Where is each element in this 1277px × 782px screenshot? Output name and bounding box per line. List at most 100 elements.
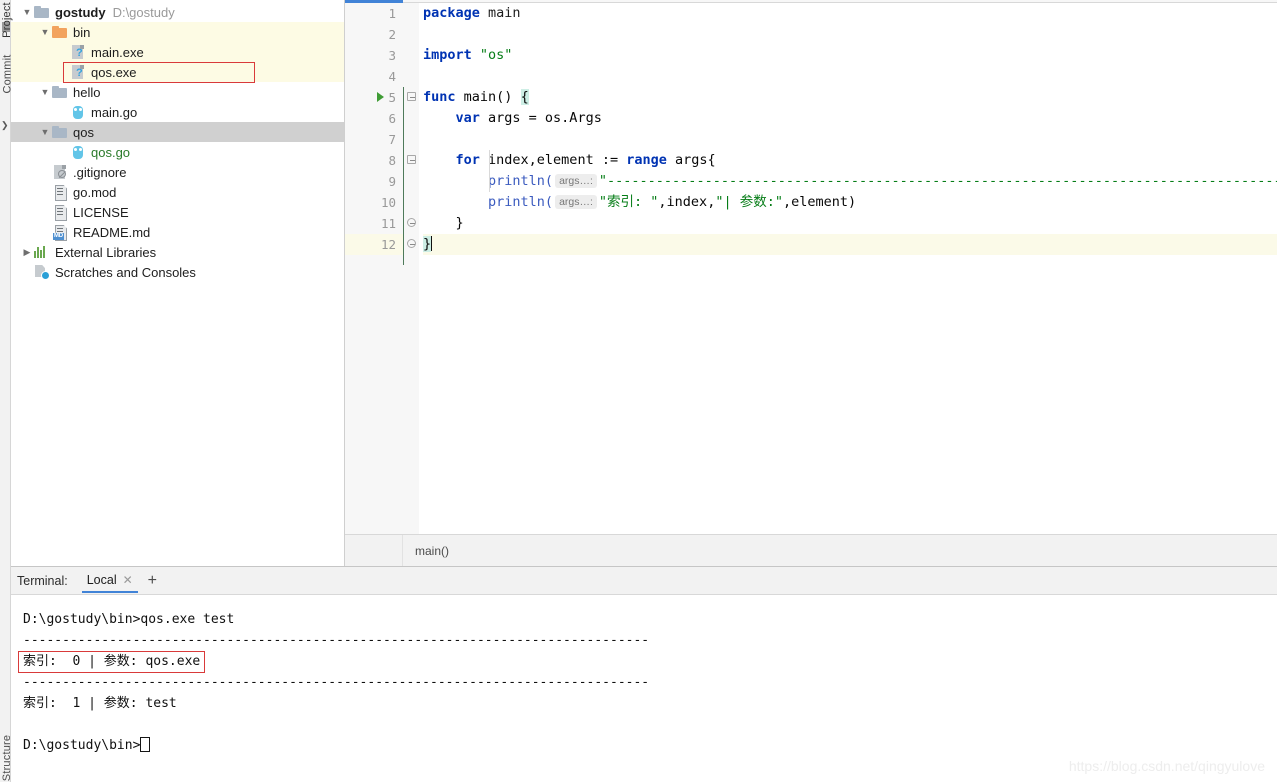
- terminal-prompt-line[interactable]: D:\gostudy\bin>: [23, 735, 1277, 756]
- text-caret: [431, 236, 433, 251]
- chevron-down-icon[interactable]: ▼: [39, 86, 51, 98]
- go-file-icon: [70, 144, 86, 160]
- tree-item-gostudy[interactable]: ▼ gostudy D:\gostudy: [11, 2, 344, 22]
- tree-item-label: LICENSE: [73, 204, 129, 220]
- code-line-5: func main() {: [423, 87, 1277, 108]
- call-println: println(: [488, 173, 554, 189]
- tree-item-label: go.mod: [73, 184, 117, 200]
- tree-item-label: qos.go: [91, 144, 131, 160]
- keyword-for: for: [455, 152, 480, 168]
- tree-item-bin[interactable]: ▼ bin: [11, 22, 344, 42]
- line-number: 9: [388, 174, 396, 189]
- import-path: "os": [479, 47, 513, 63]
- tree-item-main-exe[interactable]: ▼ ? main.exe: [11, 42, 344, 62]
- brace-open: {: [520, 89, 529, 105]
- tree-item-license[interactable]: ▼ LICENSE: [11, 202, 344, 222]
- tree-item-label: main.go: [91, 104, 138, 120]
- line-number: 8: [388, 153, 396, 168]
- brace-close-func: }: [423, 236, 432, 252]
- tree-item-scratches-and-consoles[interactable]: ▼ Scratches and Consoles: [11, 262, 344, 282]
- package-name: main: [488, 5, 521, 21]
- terminal-tab-local[interactable]: Local ✕: [81, 568, 138, 593]
- for-vars: index,element :=: [479, 152, 627, 168]
- code-lines[interactable]: package main import "os" func main() { v…: [419, 3, 1277, 534]
- code-line-10: println(args…: "索引: ",index,"| 参数:",eleme…: [423, 192, 1277, 213]
- markdown-file-icon: MD: [52, 224, 68, 240]
- terminal-title: Terminal:: [17, 573, 68, 588]
- line-number: 1: [388, 6, 396, 21]
- chevron-down-icon[interactable]: ▼: [39, 26, 51, 38]
- breadcrumb[interactable]: main(): [345, 534, 1277, 566]
- text-file-icon: [52, 184, 68, 200]
- fold-column[interactable]: [403, 3, 419, 534]
- line-number: 11: [380, 216, 396, 231]
- fold-marker-icon[interactable]: [407, 218, 416, 227]
- tree-item-go-mod[interactable]: ▼ go.mod: [11, 182, 344, 202]
- func-name: main(): [463, 89, 513, 105]
- tree-item-hello[interactable]: ▼ hello: [11, 82, 344, 102]
- go-file-icon: [70, 104, 86, 120]
- tree-item-gitignore[interactable]: ▼ .gitignore: [11, 162, 344, 182]
- tree-item-label: External Libraries: [55, 244, 157, 260]
- tool-window-button-commit[interactable]: Commit: [2, 54, 14, 93]
- tree-item-label: qos.exe: [91, 64, 137, 80]
- tree-item-label: bin: [73, 24, 91, 40]
- editor-gutter[interactable]: 1 2 3 4 5 6 7 8 9 10 11 12: [345, 3, 403, 534]
- terminal-line: 索引: 1 | 参数: test: [23, 696, 177, 711]
- tree-item-qos-exe[interactable]: ▼ ? qos.exe: [11, 62, 344, 83]
- chevron-right-icon[interactable]: ▶: [21, 246, 33, 258]
- parameter-hint-chip: args…:: [555, 195, 597, 209]
- string-index-label: "索引: ": [598, 194, 659, 210]
- line-number: 6: [388, 111, 396, 126]
- code-area[interactable]: 1 2 3 4 5 6 7 8 9 10 11 12 package main …: [345, 3, 1277, 534]
- tree-item-qos[interactable]: ▼ qos: [11, 122, 344, 142]
- keyword-func: func: [423, 89, 456, 105]
- tree-item-main-go[interactable]: ▼ main.go: [11, 102, 344, 122]
- terminal-tool-window[interactable]: Terminal: Local ✕ + D:\gostudy\bin>qos.e…: [11, 566, 1277, 782]
- terminal-line: ----------------------------------------…: [23, 675, 650, 690]
- libraries-icon: [34, 244, 50, 260]
- code-line-3: import "os": [423, 45, 1277, 66]
- run-gutter-icon[interactable]: [377, 92, 384, 102]
- tree-item-readme[interactable]: ▼ MD README.md: [11, 222, 344, 242]
- indent-guide: [489, 150, 490, 192]
- terminal-header: Terminal: Local ✕ +: [11, 567, 1277, 595]
- parameter-hint-chip: args…:: [555, 174, 597, 188]
- tree-item-label: .gitignore: [73, 164, 127, 180]
- add-terminal-tab-button[interactable]: +: [142, 572, 163, 589]
- tree-item-qos-go[interactable]: ▼ qos.go: [11, 142, 344, 162]
- project-tool-window[interactable]: ▼ gostudy D:\gostudy ▼ bin ▼ ? main.exe …: [11, 0, 345, 566]
- folder-icon: [52, 84, 68, 100]
- brace-close-for: }: [455, 215, 464, 231]
- keyword-var: var: [455, 110, 480, 126]
- terminal-line: 索引: 0 | 参数: qos.exe: [18, 651, 206, 673]
- keyword-package: package: [423, 5, 480, 21]
- code-line-6: var args = os.Args: [423, 108, 1277, 129]
- exe-file-icon: ?: [70, 64, 86, 80]
- code-editor[interactable]: 1 2 3 4 5 6 7 8 9 10 11 12 package main …: [345, 0, 1277, 566]
- tree-item-label: qos: [73, 124, 94, 140]
- left-tool-window-strip: Project Commit ❯ Structure: [0, 0, 14, 782]
- arg-index: ,index,: [658, 194, 716, 210]
- line-number: 5: [388, 90, 396, 105]
- chevron-down-icon[interactable]: ▼: [39, 126, 51, 138]
- arg-element: ,element): [782, 194, 857, 210]
- tool-window-button-project[interactable]: Project: [1, 2, 13, 38]
- tree-item-external-libraries[interactable]: ▶ External Libraries: [11, 242, 344, 262]
- tool-window-button-structure[interactable]: Structure: [1, 735, 13, 781]
- code-line-8: for index,element := range args{: [423, 150, 1277, 171]
- chevron-down-icon[interactable]: ▼: [21, 6, 33, 18]
- upper-split: ▼ gostudy D:\gostudy ▼ bin ▼ ? main.exe …: [11, 0, 1277, 566]
- string-separator: "---------------------------------------…: [598, 173, 1277, 189]
- keyword-import: import: [423, 47, 472, 63]
- fold-marker-icon[interactable]: [407, 239, 416, 248]
- fold-marker-icon[interactable]: [407, 155, 416, 164]
- close-icon[interactable]: ✕: [123, 573, 133, 587]
- project-path-hint: D:\gostudy: [112, 4, 175, 20]
- terminal-output[interactable]: D:\gostudy\bin>qos.exe test ------------…: [11, 595, 1277, 782]
- folder-icon: [34, 4, 50, 20]
- fold-marker-icon[interactable]: [407, 92, 416, 101]
- line-number: 10: [380, 195, 396, 210]
- terminal-line: ----------------------------------------…: [23, 633, 650, 648]
- breadcrumb-item-main[interactable]: main(): [415, 544, 449, 558]
